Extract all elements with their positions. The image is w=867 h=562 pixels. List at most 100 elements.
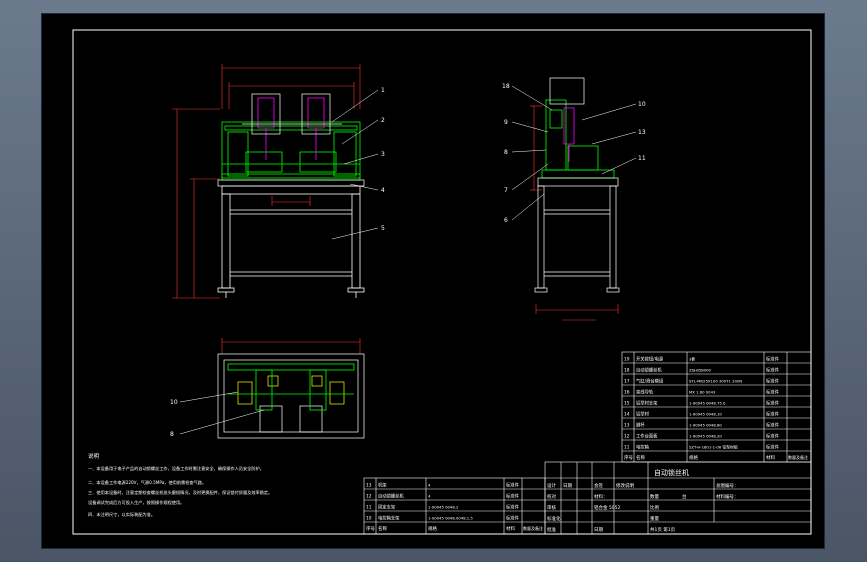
upper-row-16-no: 16 bbox=[624, 390, 630, 396]
upper-row-15-mat: 标准件 bbox=[766, 400, 780, 407]
note-line-4: 设备调试完成后方可投入生产，按照操作规程使用。 bbox=[88, 499, 184, 506]
drawing-no-label: 总图编号： bbox=[716, 482, 739, 489]
lower-row-10-spec: 1-90045 0048.0048.1.5 bbox=[428, 516, 473, 521]
side-screwdriver-unit bbox=[563, 107, 575, 162]
upper-row-14-name: 铝型材 bbox=[636, 411, 650, 418]
lower-row-11-name: 固定支架 bbox=[378, 504, 396, 511]
lower-row-13-no: 13 bbox=[366, 483, 372, 489]
upper-row-19-mat: 标准件 bbox=[766, 356, 780, 363]
front-view: 1 2 3 4 5 bbox=[172, 64, 385, 299]
upper-header-qty: 数量及备注 bbox=[788, 454, 808, 460]
upper-row-15-name: 铝型材支架 bbox=[636, 400, 658, 407]
top-frame bbox=[217, 353, 365, 439]
upper-row-18-no: 18 bbox=[624, 368, 630, 374]
side-base-frame bbox=[534, 77, 620, 293]
upper-row-17-mat: 标准件 bbox=[766, 378, 780, 385]
balloon-side-18: 18 bbox=[502, 83, 510, 90]
lower-row-10-name: 电控箱支架 bbox=[378, 515, 400, 522]
upper-row-15-spec: 1-90045 0048.75.0 bbox=[689, 401, 726, 406]
upper-row-12-mat: 标准件 bbox=[766, 433, 780, 440]
front-screwdriver-units bbox=[257, 97, 325, 160]
parts-list-lower-rows: 13 机架 4 标准件 12 自动锁螺丝机 4 标准件 11 固定支架 1-90045 0048.2… bbox=[366, 482, 520, 522]
tb-scale-ratio: 比例 bbox=[650, 504, 659, 511]
balloon-front-5: 5 bbox=[381, 225, 385, 232]
upper-row-17-name: 气缸/滑台模组 bbox=[636, 378, 664, 385]
upper-row-12-name: 工作台面板 bbox=[636, 433, 658, 440]
front-dimensions bbox=[172, 64, 361, 299]
lower-row-12-name: 自动锁螺丝机 bbox=[378, 493, 404, 500]
side-machine-body bbox=[541, 99, 615, 179]
title-block: 自动锁丝机 总图编号： 材料编号： 设计 日期 会签 修改说明 校对 材料： 审… bbox=[544, 461, 812, 535]
parts-list-upper-header: 序号 名称 规格 材料 数量及备注 bbox=[624, 454, 808, 461]
lower-header-no: 序号 bbox=[366, 525, 375, 532]
balloon-side-9: 9 bbox=[504, 119, 508, 126]
upper-row-11-spec: SZT-H-1801-1-06 铝型材组 bbox=[689, 445, 738, 450]
tb-date-label: 日期 bbox=[594, 527, 603, 533]
lower-row-12-no: 12 bbox=[366, 494, 372, 500]
balloon-side-7: 7 bbox=[504, 187, 508, 194]
upper-header-name: 名称 bbox=[636, 454, 645, 461]
upper-row-14-no: 14 bbox=[624, 412, 630, 418]
upper-header-mat: 材料 bbox=[766, 454, 775, 461]
lower-header-mat: 材料 bbox=[506, 525, 515, 532]
upper-row-13-mat: 标准件 bbox=[766, 422, 780, 429]
front-frame-top bbox=[217, 93, 365, 187]
balloon-top-10: 10 bbox=[170, 399, 178, 406]
cad-drawing: 1 2 3 4 5 18 9 8 7 6 10 13 11 10 8 说明 一、… bbox=[72, 29, 812, 535]
lower-row-12-mat: 标准件 bbox=[506, 493, 520, 500]
upper-row-13-no: 13 bbox=[624, 423, 630, 429]
upper-header-spec: 规格 bbox=[689, 454, 698, 461]
inner-border bbox=[72, 29, 812, 535]
parts-list-lower-header: 序号 名称 规格 材料 数量及备注 bbox=[366, 525, 543, 532]
top-gantry bbox=[227, 363, 355, 411]
upper-row-15-no: 15 bbox=[624, 401, 630, 407]
lower-row-13-mat: 标准件 bbox=[506, 482, 520, 489]
upper-row-16-name: 直线导轨 bbox=[636, 389, 654, 396]
lower-row-10-mat: 标准件 bbox=[506, 515, 520, 522]
upper-row-11-name: 电控箱 bbox=[636, 444, 650, 451]
note-line-2: 二、本设备工作电源220V，气源0.5MPa，使用前需检查气路。 bbox=[88, 479, 206, 486]
upper-row-13-name: 脚杯 bbox=[636, 422, 645, 429]
lower-header-name: 名称 bbox=[378, 525, 387, 532]
balloon-front-1: 1 bbox=[381, 87, 385, 94]
tb-row3-a: 审核 bbox=[547, 504, 556, 511]
upper-row-12-no: 12 bbox=[624, 434, 630, 440]
balloon-side-8: 8 bbox=[504, 149, 508, 156]
lower-header-qty: 数量及备注 bbox=[523, 525, 543, 531]
front-machine-body bbox=[221, 121, 361, 181]
lower-row-13-spec: 4 bbox=[428, 483, 431, 488]
upper-row-12-spec: 1-90045 0048.20 bbox=[689, 434, 722, 439]
note-line-5: 四、未注明尺寸，以实际装配为准。 bbox=[88, 511, 155, 518]
technical-notes: 说明 一、本设备用于电子产品的自动锁螺丝工作，设备工作时需注意安全，确保操作人员… bbox=[88, 452, 272, 518]
tb-row1-c: 会签 bbox=[594, 482, 603, 489]
upper-row-14-mat: 标准件 bbox=[766, 411, 780, 418]
tb-row1-d: 修改说明 bbox=[616, 482, 634, 489]
upper-row-11-mat: 标准件 bbox=[766, 444, 780, 451]
lower-row-11-spec: 1-90045 0048.2 bbox=[428, 505, 459, 510]
upper-row-18-name: 自动锁螺丝机 bbox=[636, 367, 662, 374]
lower-row-12-spec: 4 bbox=[428, 494, 431, 499]
upper-row-16-spec: MX 1.60 0043 bbox=[689, 390, 716, 395]
lower-row-11-mat: 标准件 bbox=[506, 504, 520, 511]
balloon-side-10: 10 bbox=[638, 101, 646, 108]
balloon-side-11: 11 bbox=[638, 155, 646, 162]
front-base-frame bbox=[217, 185, 365, 298]
tb-row5-a: 批准 bbox=[547, 526, 556, 533]
upper-row-17-no: 17 bbox=[624, 379, 630, 385]
tb-sheet: 共1页 第1页 bbox=[650, 526, 676, 533]
balloon-front-3: 3 bbox=[381, 151, 385, 158]
drawing-title: 自动锁丝机 bbox=[654, 468, 689, 477]
front-leaders bbox=[331, 89, 379, 240]
balloon-front-2: 2 bbox=[381, 117, 385, 124]
upper-row-19-no: 19 bbox=[624, 357, 630, 363]
upper-header-no: 序号 bbox=[624, 454, 633, 461]
note-line-1: 一、本设备用于电子产品的自动锁螺丝工作，设备工作时需注意安全，确保操作人员安全防… bbox=[88, 465, 264, 472]
top-view: 10 8 bbox=[170, 338, 365, 439]
tb-row2-c: 材料： bbox=[594, 493, 608, 500]
tb-material-value: 铝合金 5052 bbox=[594, 504, 621, 511]
lower-row-13-name: 机架 bbox=[378, 482, 387, 489]
top-leaders bbox=[179, 391, 265, 435]
upper-row-13-spec: 1-90045 0048.80 bbox=[689, 423, 722, 428]
balloon-front-4: 4 bbox=[381, 187, 385, 194]
upper-row-16-mat: 标准件 bbox=[766, 389, 780, 396]
